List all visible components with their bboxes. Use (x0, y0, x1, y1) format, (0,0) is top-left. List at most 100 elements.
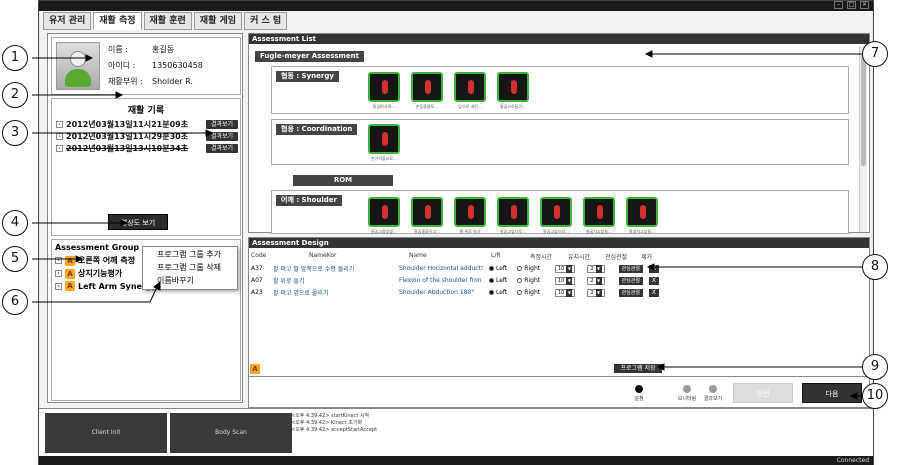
rehab-part: Sholder R. (152, 77, 193, 86)
assessment-group-item[interactable]: - A 오른쪽 어깨 측정 (55, 255, 135, 266)
view-result-button[interactable]: 결과보기 (206, 120, 238, 129)
avatar (56, 42, 100, 90)
record-row[interactable]: › 2012년03월13일13시10분34초 결과보기 (56, 143, 238, 154)
tab-custom[interactable]: 커 스 텀 (244, 12, 288, 30)
left-radio[interactable] (489, 266, 494, 271)
exercise-thumbnail[interactable] (454, 197, 486, 227)
left-radio[interactable] (489, 278, 494, 283)
exercise-thumbnail[interactable] (411, 72, 443, 102)
log-output: <오후 4:39:42> startKinect 시작 <오후 4:39:42>… (291, 413, 378, 433)
assessment-group-title: Assessment Group (55, 243, 140, 252)
restore-icon[interactable]: □ (847, 1, 856, 9)
chevron-down-icon: ▼ (566, 264, 573, 273)
user-profile: 이름 : 홍길동 아이디 : 1350630458 재활부위 : Sholder R. (51, 37, 241, 95)
expand-icon[interactable]: › (55, 282, 62, 290)
tab-rehab-game[interactable]: 재활 게임 (193, 12, 243, 30)
exercise-thumbnail[interactable] (368, 72, 400, 102)
section-fugl-meyer[interactable]: Fugle-meyer Assessment (255, 51, 364, 62)
exercise-thumbnail[interactable] (497, 197, 529, 227)
callout-7: 7 (862, 41, 888, 67)
callout-2: 2 (2, 82, 28, 108)
tab-rehab-measure[interactable]: 재활 측정 (93, 12, 142, 30)
chevron-down-icon: ▼ (595, 264, 602, 273)
exercise-thumbnail[interactable] (411, 197, 443, 227)
col-code: Code (251, 252, 267, 259)
exercise-thumbnail[interactable] (497, 72, 529, 102)
menu-item-rename[interactable]: 이름바꾸기 (143, 273, 237, 286)
record-row[interactable]: › 2012년03월13일11시21분09초 결과보기 (56, 119, 238, 130)
close-icon[interactable]: × (860, 1, 869, 9)
exercise-thumbnail[interactable] (368, 197, 400, 227)
col-namekor: NameKor (309, 252, 337, 259)
expand-icon[interactable]: › (56, 121, 63, 128)
remove-button[interactable]: X (648, 276, 659, 285)
col-lr: L/R (491, 252, 501, 259)
view-result-button[interactable]: 결과보기 (206, 144, 238, 153)
hold-time-select[interactable]: 2 ▼ (587, 276, 605, 285)
id-label: 아이디 : (108, 61, 136, 70)
table-row: A37 팔 펴고 팔 앞쪽으로 수평 돌리기 Shoulder Horizont… (251, 263, 863, 274)
exercise-thumbnail[interactable] (368, 124, 400, 154)
view-result-button[interactable]: 결과보기 (206, 132, 238, 141)
expand-icon[interactable]: › (55, 270, 62, 277)
interest-joint-button[interactable]: 관심관절 (618, 276, 643, 285)
left-radio[interactable] (489, 290, 494, 295)
body-scan-button[interactable]: Body Scan (170, 413, 292, 453)
expand-icon[interactable]: › (56, 145, 63, 152)
col-measure-time: 측정시간 (530, 254, 553, 261)
right-radio[interactable] (517, 278, 523, 283)
tab-rehab-training[interactable]: 재활 훈련 (143, 12, 192, 30)
callout-8: 8 (862, 254, 888, 280)
name-label: 이름 : (108, 45, 128, 54)
exercise-thumbnail[interactable] (540, 197, 572, 227)
left-panel: 이름 : 홍길동 아이디 : 1350630458 재활부위 : Sholder R.… (47, 33, 243, 403)
bottom-bar: Client Init Body Scan <오후 4:39:42> start… (39, 408, 873, 456)
expand-icon[interactable]: › (56, 133, 63, 140)
status-bar: Connected (39, 456, 873, 465)
next-button[interactable]: 다음 (802, 383, 862, 403)
col-hold-time: 유지시간 (568, 254, 591, 261)
measure-time-select[interactable]: 10 ▼ (555, 276, 576, 285)
hold-time-select[interactable]: 2 ▼ (587, 264, 605, 273)
view-video-button[interactable]: 영상도 보기 (108, 214, 168, 230)
hold-time-select[interactable]: 2 ▼ (587, 288, 605, 297)
exercise-thumbnail[interactable] (454, 72, 486, 102)
record-row[interactable]: › 2012년03월13일11시29분30초 결과보기 (56, 131, 238, 142)
list-scrollbar[interactable] (859, 46, 867, 232)
col-name: Name (409, 252, 427, 259)
step-results: 결과보기 (701, 385, 725, 402)
callout-10: 10 (862, 383, 888, 409)
warning-icon: A (250, 364, 260, 374)
save-program-button[interactable]: 프로그램 저장 (614, 364, 662, 373)
interest-joint-button[interactable]: 관심관절 (618, 288, 643, 297)
callout-5: 5 (2, 246, 28, 272)
remove-button[interactable]: X (648, 264, 659, 273)
prev-button[interactable]: 이전 (733, 383, 793, 403)
menu-item-add-group[interactable]: 프로그램 그룹 추가 (143, 247, 237, 260)
context-menu: 프로그램 그룹 추가 프로그램 그룹 삭제 이름바꾸기 (142, 246, 238, 290)
exercise-thumbnail[interactable] (626, 197, 658, 227)
menu-item-delete-group[interactable]: 프로그램 그룹 삭제 (143, 260, 237, 273)
exercise-thumbnail[interactable] (583, 197, 615, 227)
part-label: 재활부위 : (108, 77, 143, 86)
interest-joint-button[interactable]: 관심관절 (618, 264, 643, 273)
remove-button[interactable]: X (648, 288, 659, 297)
measure-time-select[interactable]: 10 ▼ (555, 264, 576, 273)
assessment-group-item[interactable]: › A 상지기능평가 (55, 268, 122, 279)
collapse-icon[interactable]: - (55, 257, 62, 264)
records-title: 재활 기록 (127, 106, 165, 116)
client-init-button[interactable]: Client Init (45, 413, 167, 453)
minimize-icon[interactable]: – (834, 1, 843, 9)
warning-icon: A (65, 281, 75, 291)
tab-user-management[interactable]: 유저 관리 (43, 12, 92, 30)
callout-1: 1 (2, 45, 28, 71)
measure-time-select[interactable]: 10 ▼ (555, 288, 576, 297)
shoulder-label: 어깨 : Shoulder (276, 195, 342, 206)
coordination-label: 협응 : Coordination (276, 124, 358, 135)
right-radio[interactable] (517, 290, 523, 295)
section-rom[interactable]: ROM (293, 175, 393, 186)
right-radio[interactable] (517, 266, 523, 271)
step-setup: 설정 (627, 385, 651, 402)
assessment-list-title: Assessment List (249, 34, 869, 44)
chevron-down-icon: ▼ (595, 276, 602, 285)
